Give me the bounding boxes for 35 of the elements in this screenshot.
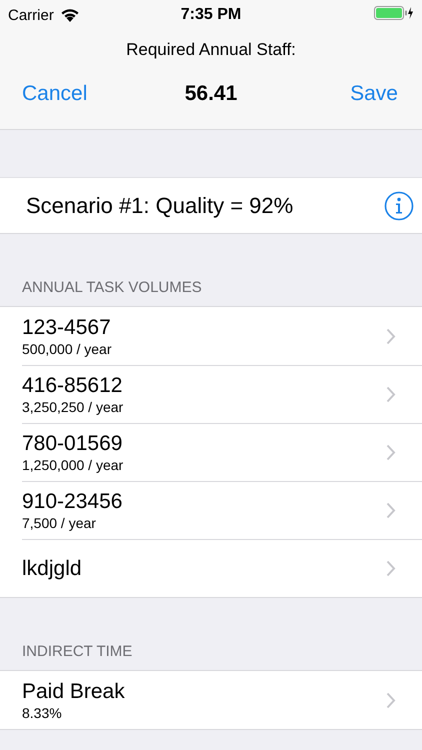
row-title: 910-23456 xyxy=(22,490,122,514)
row-subtitle: 500,000 / year xyxy=(22,340,112,356)
chevron-icon xyxy=(386,502,396,519)
list-row[interactable]: 123-4567 500,000 / year xyxy=(0,307,422,365)
chevron-icon xyxy=(386,328,396,344)
row-title: Paid Break xyxy=(22,680,125,704)
chevron-icon xyxy=(386,386,396,403)
battery-icon xyxy=(374,6,414,20)
row-title: lkdjgld xyxy=(22,556,82,580)
carrier-name: Carrier xyxy=(8,6,54,24)
row-subtitle: 1,250,000 / year xyxy=(22,457,124,473)
row-title: 123-4567 xyxy=(22,316,112,340)
row-title: 416-85612 xyxy=(22,374,124,398)
scenario-title: Scenario #1: Quality = 92% xyxy=(26,192,294,218)
status-time: 7:35 PM xyxy=(180,6,242,24)
chevron-icon xyxy=(386,444,396,461)
section-header: ANNUAL TASK VOLUMES xyxy=(22,279,202,296)
row-subtitle: 7,500 / year xyxy=(22,515,97,531)
wifi-icon xyxy=(60,8,80,22)
staff-value: 56.41 xyxy=(184,82,238,106)
section-header: INDIRECT TIME xyxy=(22,643,132,660)
list-row[interactable]: 416-85612 3,250,250 / year xyxy=(22,365,422,423)
info-icon[interactable] xyxy=(384,190,414,220)
chevron-icon xyxy=(386,692,396,708)
cancel-button[interactable]: Cancel xyxy=(14,78,96,110)
list-row[interactable]: 780-01569 1,250,000 / year xyxy=(22,423,422,481)
save-button[interactable]: Save xyxy=(342,78,406,110)
nav-prompt: Required Annual Staff: xyxy=(125,40,297,60)
chevron-icon xyxy=(386,560,396,577)
row-subtitle: 8.33% xyxy=(22,704,63,720)
row-subtitle: 3,250,250 / year xyxy=(22,399,124,415)
list-row[interactable]: lkdjgld xyxy=(22,539,422,597)
list-row[interactable]: 910-23456 7,500 / year xyxy=(22,481,422,539)
row-title: 780-01569 xyxy=(22,432,124,456)
list-row[interactable]: Paid Break 8.33% xyxy=(0,671,422,729)
